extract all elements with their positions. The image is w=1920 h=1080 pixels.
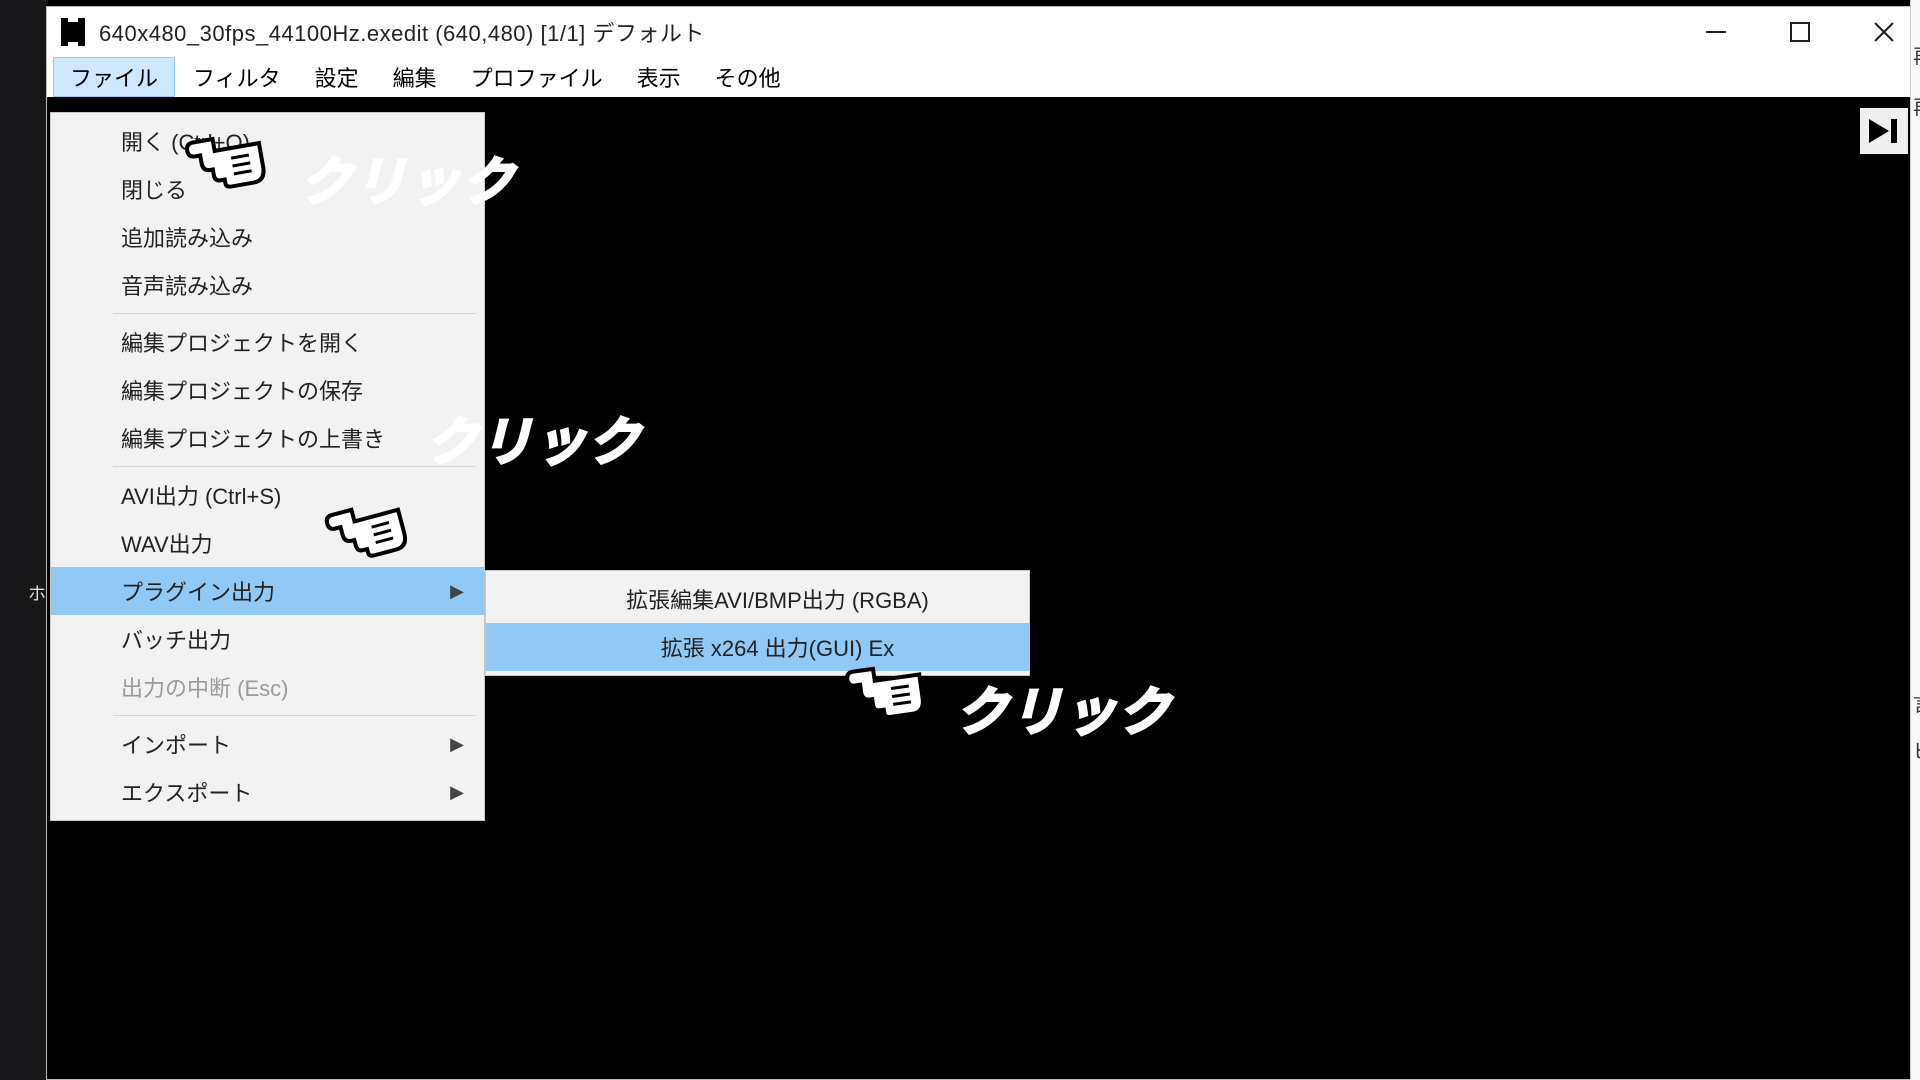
titlebar[interactable]: 640x480_30fps_44100Hz.exedit (640,480) […	[47, 7, 1919, 57]
pointing-hand-icon	[825, 633, 936, 731]
menu-item-plugin-output[interactable]: プラグイン出力 ▶	[51, 567, 484, 615]
menubar: ファイル フィルタ 設定 編集 プロファイル 表示 その他	[47, 57, 1919, 97]
menu-item-project-overwrite[interactable]: 編集プロジェクトの上書き	[51, 414, 484, 462]
menu-separator	[113, 466, 476, 467]
annotation-click-1: クリック	[300, 140, 516, 215]
file-menu-dropdown: 開く (Ctrl+O) 閉じる 追加読み込み 音声読み込み 編集プロジェクトを開…	[50, 112, 485, 821]
menu-item-import[interactable]: インポート ▶	[51, 720, 484, 768]
menu-item-batch-output[interactable]: バッチ出力	[51, 615, 484, 663]
menu-item-avi-output[interactable]: AVI出力 (Ctrl+S)	[51, 471, 484, 519]
sliver-text: 再	[1911, 87, 1920, 124]
bg-char: ホ	[28, 580, 46, 606]
menu-filter[interactable]: フィルタ	[177, 57, 297, 97]
menu-item-label: プラグイン出力	[121, 575, 275, 607]
window-title: 640x480_30fps_44100Hz.exedit (640,480) […	[99, 16, 705, 48]
menu-item-project-open[interactable]: 編集プロジェクトを開く	[51, 318, 484, 366]
right-window-sliver: 再 再 言 ピ	[1910, 0, 1920, 1080]
annotation-click-3: クリック	[956, 670, 1172, 745]
submenu-item-x264[interactable]: 拡張 x264 出力(GUI) Ex	[486, 623, 1029, 671]
menu-item-label: エクスポート	[121, 776, 252, 808]
sliver-text: 言	[1911, 684, 1920, 721]
menu-profile[interactable]: プロファイル	[455, 57, 619, 97]
menu-settings[interactable]: 設定	[299, 57, 375, 97]
sliver-text: ピ	[1911, 731, 1920, 768]
plugin-output-submenu: 拡張編集AVI/BMP出力 (RGBA) 拡張 x264 出力(GUI) Ex	[485, 570, 1030, 676]
submenu-arrow-icon: ▶	[450, 782, 464, 803]
menu-item-audio-load[interactable]: 音声読み込み	[51, 261, 484, 309]
menu-other[interactable]: その他	[699, 57, 797, 97]
annotation-click-2: クリック	[426, 400, 642, 475]
menu-item-wav-output[interactable]: WAV出力	[51, 519, 484, 567]
submenu-arrow-icon: ▶	[450, 734, 464, 755]
sliver-text: 再	[1911, 36, 1920, 73]
minimize-icon	[1704, 20, 1728, 44]
maximize-button[interactable]	[1765, 12, 1835, 52]
skip-end-icon	[1867, 117, 1901, 145]
minimize-button[interactable]	[1681, 12, 1751, 52]
menu-item-project-save[interactable]: 編集プロジェクトの保存	[51, 366, 484, 414]
background-left-strip: ホ	[0, 0, 46, 1080]
menu-item-export[interactable]: エクスポート ▶	[51, 768, 484, 816]
menu-separator	[113, 313, 476, 314]
menu-edit[interactable]: 編集	[377, 57, 453, 97]
app-icon	[61, 18, 85, 46]
submenu-arrow-icon: ▶	[450, 581, 464, 602]
pointing-hand-icon	[163, 102, 276, 203]
menu-item-label: インポート	[121, 728, 231, 760]
menu-view[interactable]: 表示	[621, 57, 697, 97]
close-button[interactable]	[1849, 12, 1919, 52]
maximize-icon	[1789, 21, 1811, 43]
menu-item-cancel-output: 出力の中断 (Esc)	[51, 663, 484, 711]
menu-separator	[113, 715, 476, 716]
skip-end-button[interactable]	[1859, 107, 1909, 155]
submenu-item-avi-bmp[interactable]: 拡張編集AVI/BMP出力 (RGBA)	[486, 575, 1029, 623]
menu-item-append[interactable]: 追加読み込み	[51, 213, 484, 261]
menu-file[interactable]: ファイル	[53, 57, 175, 97]
close-icon	[1872, 20, 1896, 44]
